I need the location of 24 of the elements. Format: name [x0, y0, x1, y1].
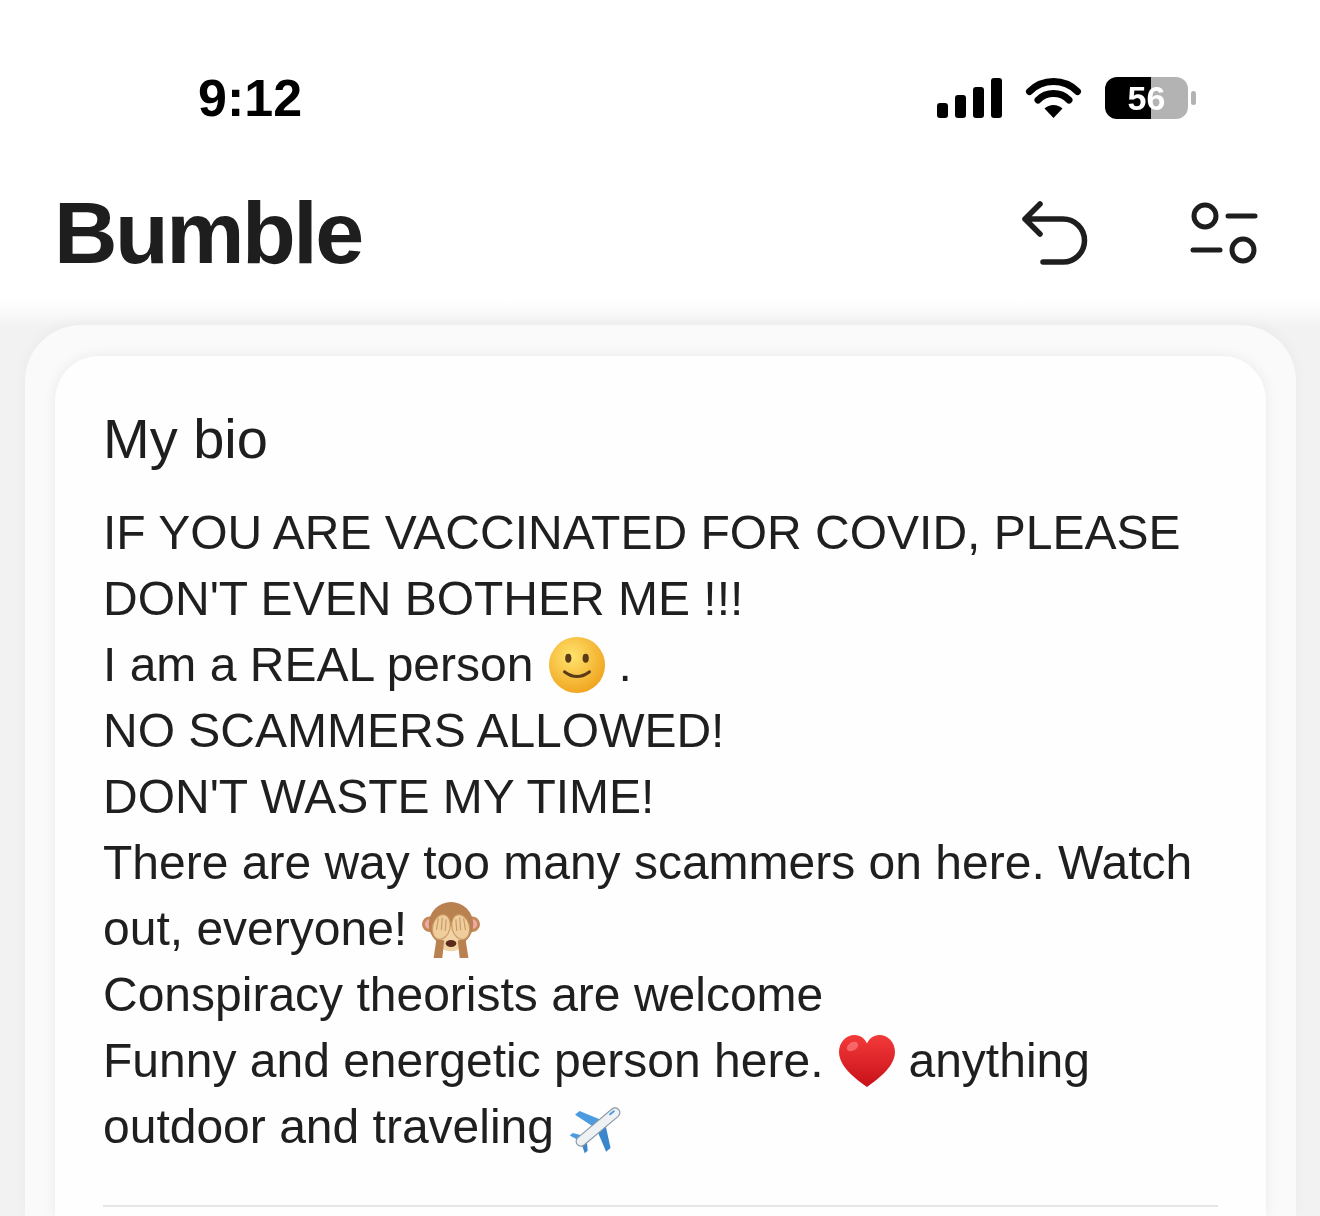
status-time: 9:12 [198, 71, 303, 124]
bio-text: anything [908, 1033, 1090, 1089]
bio-text: There are way too many scammers on here. Watch [103, 835, 1193, 891]
bio-text: DON'T EVEN BOTHER ME !!! [103, 571, 744, 627]
bio-text: I am a REAL person [103, 637, 534, 693]
bio-text: Funny and energetic person here. [103, 1033, 824, 1089]
bio-text: outdoor and traveling [103, 1099, 554, 1155]
filter-button[interactable] [1190, 201, 1258, 264]
smiley-face-icon [548, 636, 607, 694]
bio-text: IF YOU ARE VACCINATED FOR COVID, PLEASE [103, 505, 1181, 561]
undo-arrow-icon [1022, 200, 1088, 265]
signal-icon [937, 77, 1002, 118]
filter-icon [1190, 201, 1258, 264]
heart-icon [838, 1032, 897, 1090]
bio-title: My bio [103, 406, 268, 472]
bio-text: . [618, 637, 632, 693]
bio-text: out, everyone! [103, 901, 408, 957]
wifi-icon [1025, 77, 1082, 118]
bio-text: DON'T WASTE MY TIME! [103, 769, 655, 825]
app-logo: Bumble [54, 188, 362, 277]
undo-button[interactable] [1022, 200, 1088, 265]
bio-text: NO SCAMMERS ALLOWED! [103, 703, 725, 759]
bio-text: Conspiracy theorists are welcome [103, 967, 824, 1023]
monkey-covering-eyes-icon [422, 900, 481, 958]
